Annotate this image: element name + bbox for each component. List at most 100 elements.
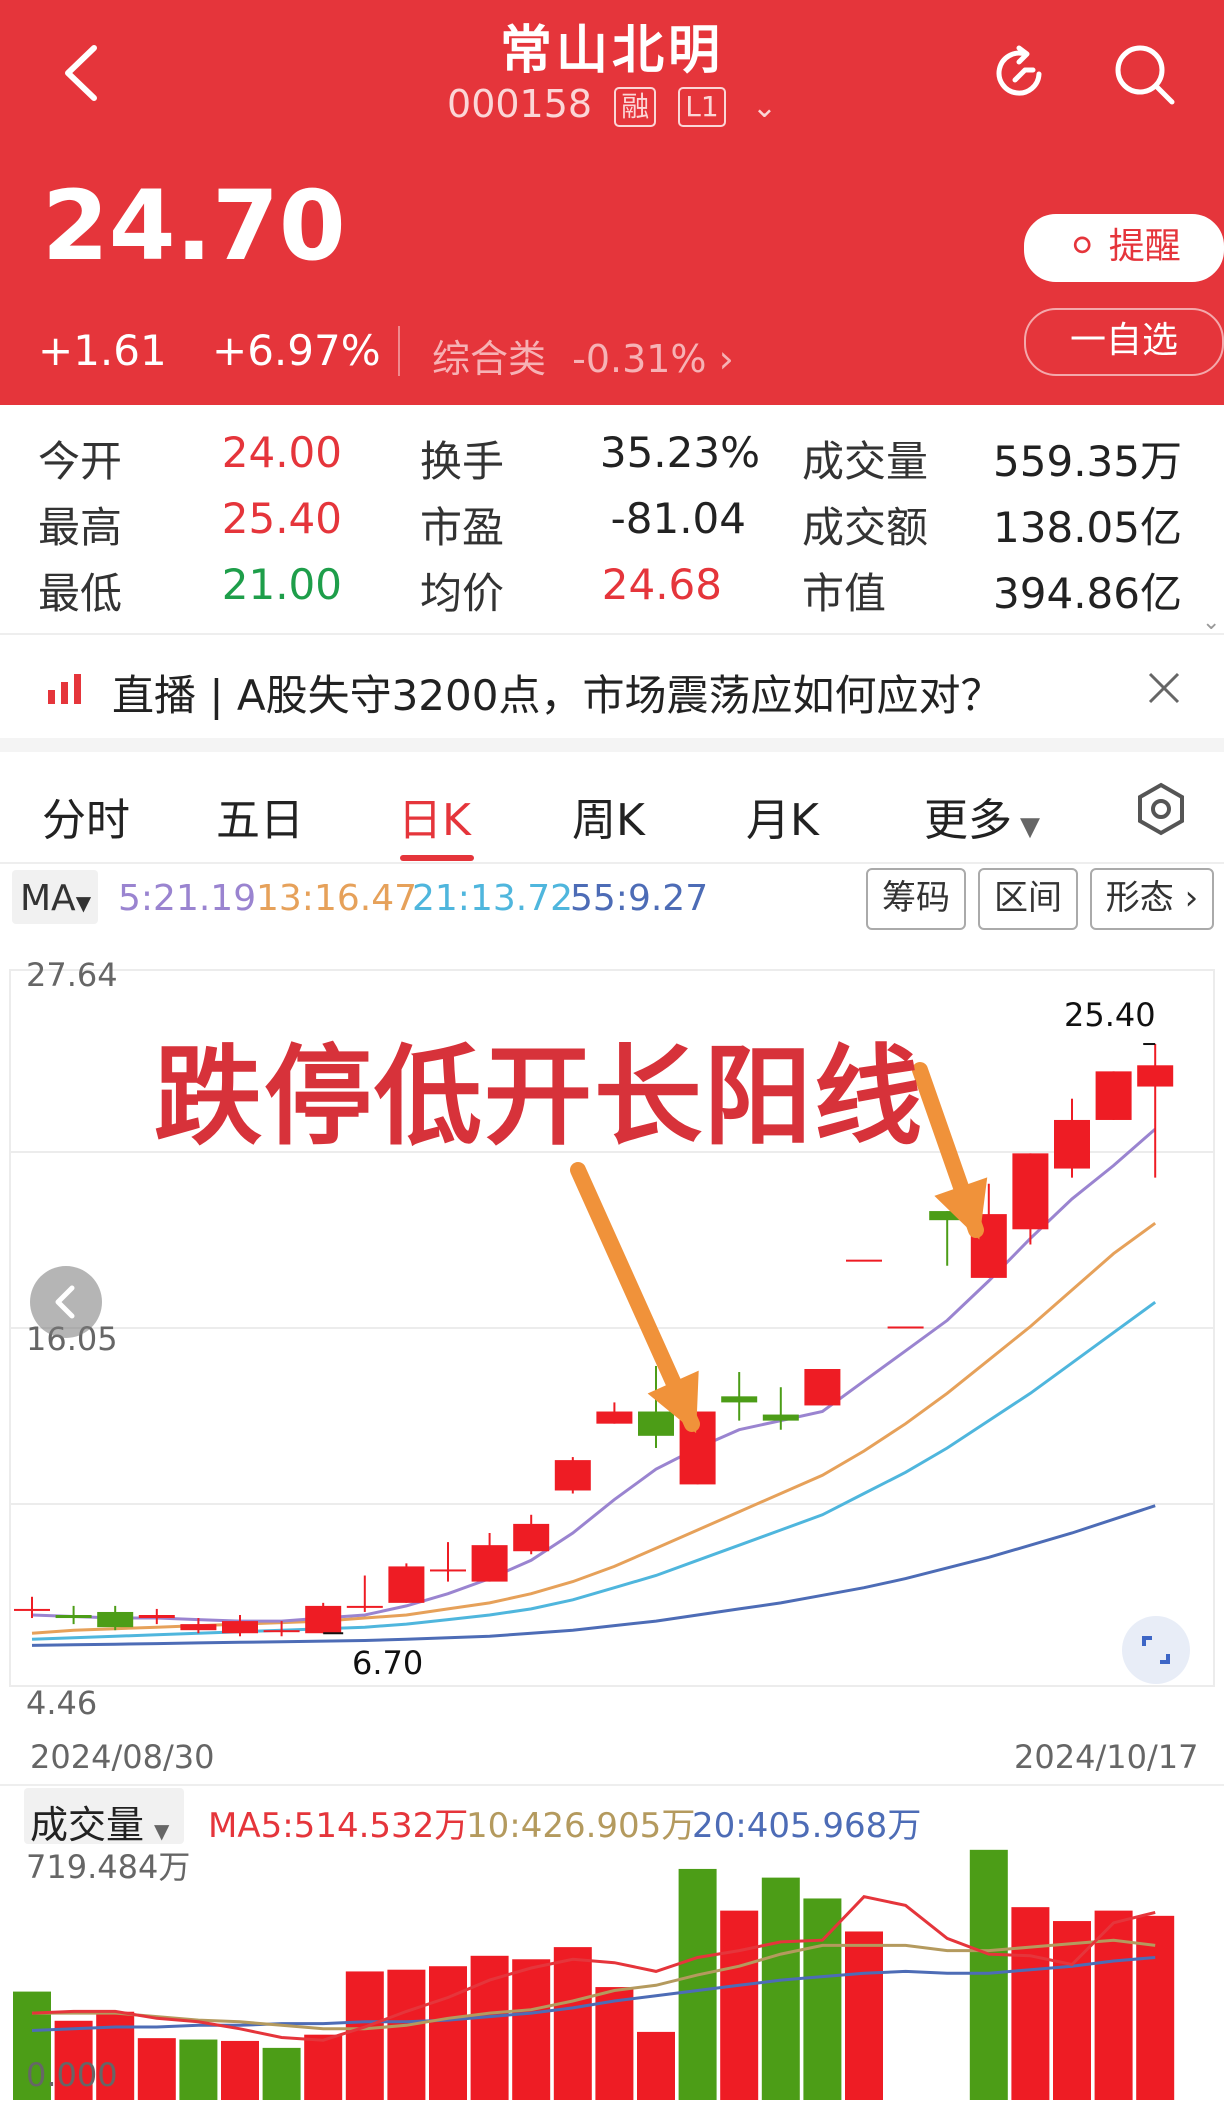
- volume-label: 成交量: [802, 437, 929, 486]
- price-change: +1.61: [38, 326, 167, 375]
- candle-body-3: [138, 1615, 175, 1619]
- candle-body-18: [762, 1414, 799, 1421]
- caret-down-icon: ▼: [75, 891, 92, 915]
- ma5-value: 5:21.19: [118, 878, 257, 919]
- caret-down-icon: ▼: [154, 1819, 170, 1843]
- pattern-label: 形态: [1105, 878, 1174, 918]
- caret-down-icon: ▼: [1020, 812, 1040, 842]
- tab-monthly-k[interactable]: 月K: [746, 784, 819, 848]
- amount-label: 成交额: [802, 503, 929, 552]
- sector-name: 综合类: [432, 337, 547, 381]
- volume-title-text: 成交量: [30, 1803, 145, 1847]
- tab-intraday[interactable]: 分时: [42, 784, 130, 848]
- close-icon[interactable]: [1146, 670, 1182, 706]
- volume-bar-chart[interactable]: [0, 1846, 1224, 2102]
- candle-body-7: [305, 1605, 342, 1634]
- candle-body-1: [55, 1615, 92, 1619]
- tab-five-day[interactable]: 五日: [216, 784, 304, 848]
- low-label: 最低: [38, 569, 123, 618]
- volume-bar-15: [637, 2031, 675, 2100]
- candle-body-14: [596, 1411, 633, 1424]
- x-axis-start-date: 2024/08/30: [30, 1738, 215, 1776]
- volume-bar-19: [803, 1898, 842, 2100]
- pattern-button[interactable]: 形态 ›: [1090, 868, 1214, 930]
- high-price-marker: 25.40: [1064, 996, 1156, 1034]
- annotation-text: 跌停低开长阳线: [154, 1035, 925, 1160]
- volume-bar-20: [845, 1931, 883, 2100]
- active-tab-indicator: [400, 855, 474, 861]
- settings-hexagon-icon[interactable]: [1134, 782, 1188, 836]
- scroll-left-button[interactable]: [30, 1266, 102, 1338]
- candle-body-0: [14, 1608, 50, 1611]
- divider: [0, 862, 1224, 864]
- volume-title: 成交量 ▼: [30, 1794, 169, 1849]
- sector-link[interactable]: 综合类 -0.31% ›: [432, 328, 734, 383]
- tab-more[interactable]: 更多 ▼: [924, 784, 1040, 848]
- volume-bar-3: [137, 2038, 176, 2100]
- search-icon[interactable]: [1108, 38, 1180, 110]
- candle-body-12: [513, 1523, 550, 1552]
- volume-min-label: 0.000: [26, 2056, 118, 2094]
- volume-bar-12: [512, 1959, 551, 2100]
- range-button[interactable]: 区间: [978, 868, 1078, 930]
- chevron-down-icon[interactable]: ⌄: [1202, 610, 1220, 635]
- volume-bar-10: [429, 1966, 467, 2100]
- mcap-label: 市值: [802, 569, 887, 618]
- candle-body-27: [1137, 1065, 1174, 1087]
- ma13-value: 13:16.47: [256, 878, 417, 919]
- volume-value: 559.35万: [993, 437, 1182, 486]
- open-value: 24.00: [221, 428, 342, 477]
- candle-body-11: [471, 1545, 508, 1582]
- candle-body-24: [1012, 1153, 1049, 1230]
- price-change-pct: +6.97%: [212, 326, 381, 375]
- low-price-marker: 6.70: [352, 1644, 424, 1682]
- ma21-line: [31, 1300, 1157, 1641]
- chips-button[interactable]: 筹码: [866, 868, 966, 930]
- volume-bar-7: [304, 2034, 343, 2100]
- turnover-label: 换手: [420, 437, 505, 486]
- news-text: 直播 | A股失守3200点，市场震荡应如何应对？: [112, 671, 1003, 720]
- candle-body-20: [846, 1259, 882, 1262]
- vol-ma10-value: 10:426.905万: [466, 1806, 696, 1846]
- vol-ma20-value: 20:405.968万: [692, 1806, 922, 1846]
- chevron-right-icon: ›: [1173, 878, 1199, 918]
- volume-bar-9: [387, 1969, 426, 2100]
- y-axis-top-label: 27.64: [26, 956, 118, 994]
- pe-value: -81.04: [610, 494, 746, 543]
- ma-label: MA▼: [20, 878, 91, 919]
- share-icon[interactable]: [985, 38, 1057, 110]
- volume-bar-8: [345, 1971, 384, 2100]
- amount-value: 138.05亿: [993, 503, 1182, 552]
- volume-bar-23: [969, 1849, 1008, 2100]
- arrow-right-head: [934, 1177, 988, 1240]
- bell-icon: ⚪: [1067, 226, 1098, 267]
- remind-button[interactable]: ⚪ 提醒: [1024, 214, 1224, 282]
- candle-body-15: [638, 1411, 674, 1436]
- volume-bar-18: [761, 1877, 800, 2100]
- chevron-right-icon: ›: [718, 337, 734, 381]
- volume-bar-16: [678, 1868, 717, 2100]
- candle-body-17: [721, 1396, 758, 1403]
- divider: [0, 738, 1224, 752]
- pe-label: 市盈: [420, 503, 505, 552]
- candle-body-4: [180, 1624, 217, 1631]
- chevron-down-icon[interactable]: ⌄: [752, 90, 777, 125]
- divider: [398, 326, 400, 376]
- tab-weekly-k[interactable]: 周K: [572, 784, 645, 848]
- turnover-value: 35.23%: [599, 428, 760, 477]
- volume-bar-6: [262, 2047, 301, 2100]
- level-tag: L1: [678, 86, 726, 127]
- candle-body-10: [430, 1569, 466, 1572]
- vol-ma5-value: MA5:514.532万: [208, 1806, 469, 1846]
- divider: [0, 633, 1224, 635]
- volume-bar-25: [1053, 1921, 1091, 2100]
- ma21-value: 21:13.72: [412, 878, 573, 919]
- avg-label: 均价: [420, 569, 505, 618]
- add-watchlist-button[interactable]: 一自选: [1024, 308, 1224, 376]
- fullscreen-button[interactable]: [1122, 1616, 1190, 1684]
- tab-daily-k[interactable]: 日K: [398, 784, 471, 848]
- mcap-value: 394.86亿: [993, 569, 1182, 618]
- candle-body-2: [97, 1611, 134, 1628]
- remind-label: 提醒: [1108, 226, 1181, 267]
- live-signal-icon: [48, 674, 81, 704]
